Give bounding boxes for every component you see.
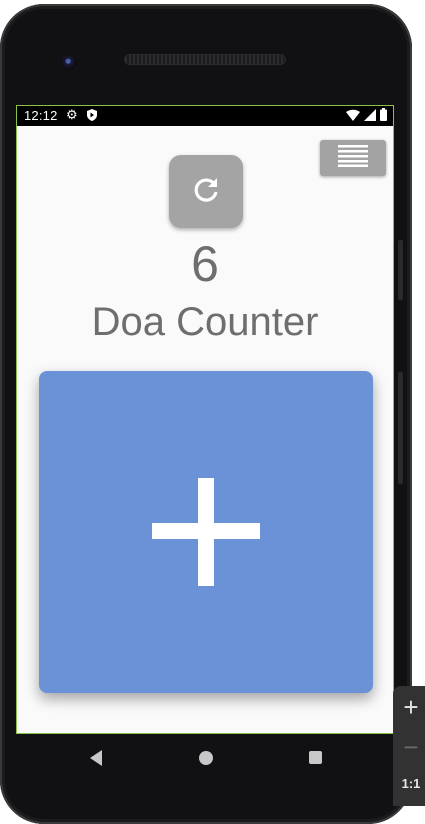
- menu-button[interactable]: [320, 140, 386, 176]
- zoom-out-button[interactable]: −: [393, 732, 425, 762]
- status-indicators: [346, 108, 387, 124]
- volume-button[interactable]: [398, 372, 403, 484]
- power-button[interactable]: [398, 240, 403, 300]
- signal-icon: [364, 108, 376, 124]
- status-bar: 12:12 ⚙: [17, 106, 393, 126]
- menu-lines-icon: [338, 145, 368, 171]
- home-icon[interactable]: [199, 751, 213, 765]
- zoom-in-button[interactable]: +: [393, 692, 425, 722]
- increment-button[interactable]: [39, 371, 373, 693]
- front-camera: [61, 54, 77, 70]
- counter-app: 6 Doa Counter: [17, 126, 393, 733]
- battery-icon: [380, 108, 387, 124]
- counter-value: 6: [191, 236, 219, 292]
- wifi-icon: [346, 109, 360, 124]
- gear-icon: ⚙: [66, 107, 78, 122]
- app-title: Doa Counter: [91, 300, 319, 344]
- phone-screen: 12:12 ⚙ 6 Doa Counter: [16, 105, 394, 734]
- zoom-actual-size-button[interactable]: 1:1: [393, 776, 425, 791]
- emulator-zoom-toolbar: + − 1:1: [393, 686, 425, 806]
- status-time: 12:12: [24, 108, 58, 123]
- earpiece-speaker: [125, 55, 285, 64]
- reset-button[interactable]: [169, 155, 243, 228]
- back-icon[interactable]: [90, 750, 102, 766]
- refresh-icon: [191, 175, 221, 209]
- emulator-window: 12:12 ⚙ 6 Doa Counter + − 1:1: [0, 0, 425, 824]
- recents-icon[interactable]: [309, 751, 322, 764]
- shield-icon: [87, 109, 97, 121]
- navigation-bar: [16, 734, 394, 782]
